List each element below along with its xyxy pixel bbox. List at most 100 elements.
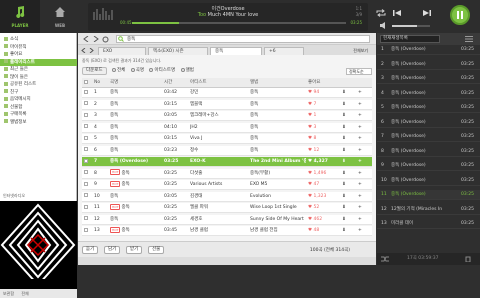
download-icon[interactable]: ⬇	[342, 215, 354, 225]
add-icon[interactable]: +	[358, 180, 370, 190]
song-album[interactable]: 남경 클럽 전집	[250, 226, 306, 236]
song-artist[interactable]: EXO-K	[190, 157, 248, 167]
like-count[interactable]: ♥ 94	[308, 88, 336, 98]
song-artist[interactable]: 남경 클럽	[190, 226, 248, 236]
song-title[interactable]: HOT 중독	[110, 226, 160, 236]
sidebar-item[interactable]: 구매목록	[0, 111, 77, 118]
song-title[interactable]: 중독	[110, 215, 160, 225]
playlist-item[interactable]: 9 중독 (Overdose) 03:25	[377, 161, 480, 171]
column-header[interactable]: 아티스트	[190, 78, 248, 88]
like-count[interactable]: ♥ 47	[308, 180, 336, 190]
refresh-icon[interactable]	[102, 36, 109, 43]
song-artist[interactable]: 엠크레마+강스	[190, 111, 248, 121]
playlist-item[interactable]: 8 중독 (Overdose) 03:25	[377, 147, 480, 157]
like-count[interactable]: ♥ 4,327	[308, 157, 336, 167]
song-title[interactable]: 중독	[110, 100, 160, 110]
table-row[interactable]: 1 중독 03:42 강민 중독 ♥ 94 ⬇ +	[82, 88, 372, 98]
add-icon[interactable]: +	[358, 123, 370, 133]
filter-album[interactable]: 앨범	[180, 67, 194, 73]
row-checkbox[interactable]	[84, 180, 90, 190]
column-header[interactable]: No	[94, 78, 106, 88]
volume-slider[interactable]	[392, 25, 430, 27]
sidebar-item[interactable]: 많이 들은	[0, 74, 77, 81]
column-header[interactable]: 좋아요	[308, 78, 336, 88]
shuffle-icon[interactable]	[381, 256, 389, 262]
song-title[interactable]: 중독	[110, 146, 160, 156]
playlist-item[interactable]: 7 중독 (Overdose) 03:25	[377, 132, 480, 142]
add-icon[interactable]: +	[358, 192, 370, 202]
like-count[interactable]: ♥ 48	[308, 226, 336, 236]
like-count[interactable]: ♥ 1,496	[308, 169, 336, 179]
web-nav-button[interactable]: WEB	[40, 0, 80, 33]
sidebar-item[interactable]: 음악메시지	[0, 96, 77, 103]
table-row[interactable]: 3 중독 03:05 엠크레마+강스 중독 ♥ 1 ⬇ +	[82, 111, 372, 121]
song-artist[interactable]: 엘클 파워	[190, 203, 248, 213]
like-count[interactable]: ♥ 1,323	[308, 192, 336, 202]
song-title[interactable]: 중독	[110, 192, 160, 202]
sidebar-item[interactable]: 마이뮤직	[0, 44, 77, 51]
song-album[interactable]: 중독	[250, 100, 306, 110]
play-selected-button[interactable]: 듣기	[82, 246, 99, 254]
add-selected-button[interactable]: 담기	[104, 246, 121, 254]
download-icon[interactable]: ⬇	[342, 180, 354, 190]
all-label[interactable]: 전체	[21, 291, 28, 296]
playlist-menu-icon[interactable]	[465, 36, 473, 42]
download-icon[interactable]: ⬇	[342, 192, 354, 202]
download-icon[interactable]: ⬇	[342, 111, 354, 121]
table-row[interactable]: 2 중독 03:15 엠블랙 중독 ♥ 7 ⬇ +	[82, 99, 372, 110]
row-checkbox[interactable]	[84, 203, 90, 213]
table-row[interactable]: 9 HOT 중독 03:25 Various Artists EXO M5 ♥ 47 ⬇ +	[82, 180, 372, 190]
song-title[interactable]: HOT 중독	[110, 203, 160, 213]
table-row[interactable]: 7 중독 (Overdose) 03:25 EXO-K The 2nd Mini Alb…	[82, 157, 372, 167]
table-row[interactable]: 5 중독 03:15 Viva J 중독 ♥ 8 ⬇ +	[82, 134, 372, 144]
song-artist[interactable]: 강민	[190, 88, 248, 98]
row-checkbox[interactable]	[84, 88, 90, 98]
row-checkbox[interactable]	[84, 226, 90, 236]
filter-artist[interactable]: 아티스트명	[149, 67, 175, 73]
song-artist[interactable]: Various Artists	[190, 180, 248, 190]
row-checkbox[interactable]	[84, 192, 90, 202]
table-row[interactable]: 13 HOT 중독 03:45 남경 클럽 남경 클럽 전집 ♥ 48 ⬇ +	[82, 226, 372, 236]
playlist-item[interactable]: 13 미라클 데이 03:25	[377, 219, 480, 229]
row-checkbox[interactable]	[84, 157, 90, 167]
download-filter-button[interactable]: 다운로드	[82, 67, 107, 75]
song-album[interactable]: EXO M5	[250, 180, 306, 190]
playlist-item[interactable]: 10 중독 (Overdose) 03:25	[377, 176, 480, 186]
song-artist[interactable]: 김경태	[190, 192, 248, 202]
add-icon[interactable]: +	[358, 146, 370, 156]
add-icon[interactable]: +	[358, 100, 370, 110]
like-count[interactable]: ♥ 8	[308, 134, 336, 144]
download-icon[interactable]: ⬇	[342, 157, 354, 167]
download-icon[interactable]: ⬇	[342, 203, 354, 213]
sidebar-item[interactable]: 좋아요	[0, 51, 77, 58]
song-title[interactable]: 중독	[110, 123, 160, 133]
song-album[interactable]: 중독	[250, 111, 306, 121]
sidebar-item[interactable]: 플레이리스트	[0, 58, 77, 66]
table-row[interactable]: 12 중독 03:25 세경호 Sunny Side Of My Heart ♥ 462 ⬇…	[82, 214, 372, 225]
pause-button[interactable]	[450, 5, 470, 25]
song-album[interactable]: Evolution	[250, 192, 306, 202]
sort-select[interactable]: 정확도순	[346, 68, 372, 75]
song-album[interactable]: The 2nd Mini Album '중독...	[250, 157, 306, 167]
filter-title[interactable]: 곡명	[130, 67, 144, 73]
select-all-checkbox[interactable]	[84, 78, 90, 88]
add-icon[interactable]: +	[358, 215, 370, 225]
forward-arrow-icon[interactable]	[92, 36, 100, 42]
column-header[interactable]: 시간	[164, 78, 182, 88]
playlist-item[interactable]: 4 중독 (Overdose) 03:25	[377, 89, 480, 99]
sidebar-item[interactable]: 친구	[0, 89, 77, 96]
filter-all[interactable]: 전체	[112, 67, 125, 73]
table-row[interactable]: 11 HOT 중독 03:25 엘클 파워 Wise Loop 1st Single ♥ 5…	[82, 203, 372, 213]
previous-icon[interactable]	[392, 9, 402, 17]
download-icon[interactable]: ⬇	[342, 134, 354, 144]
row-checkbox[interactable]	[84, 134, 90, 144]
playlist-select[interactable]: 현재재생목록	[380, 35, 440, 43]
song-artist[interactable]: 엠블랙	[190, 100, 248, 110]
view-all-link[interactable]: 전체보기	[353, 47, 368, 55]
gift-selected-button[interactable]: 선물	[148, 246, 165, 254]
sidebar-item[interactable]: 공유된 리스트	[0, 81, 77, 88]
song-artist[interactable]: 세경호	[190, 215, 248, 225]
song-title[interactable]: 중독	[110, 134, 160, 144]
row-checkbox[interactable]	[84, 123, 90, 133]
add-icon[interactable]: +	[358, 134, 370, 144]
